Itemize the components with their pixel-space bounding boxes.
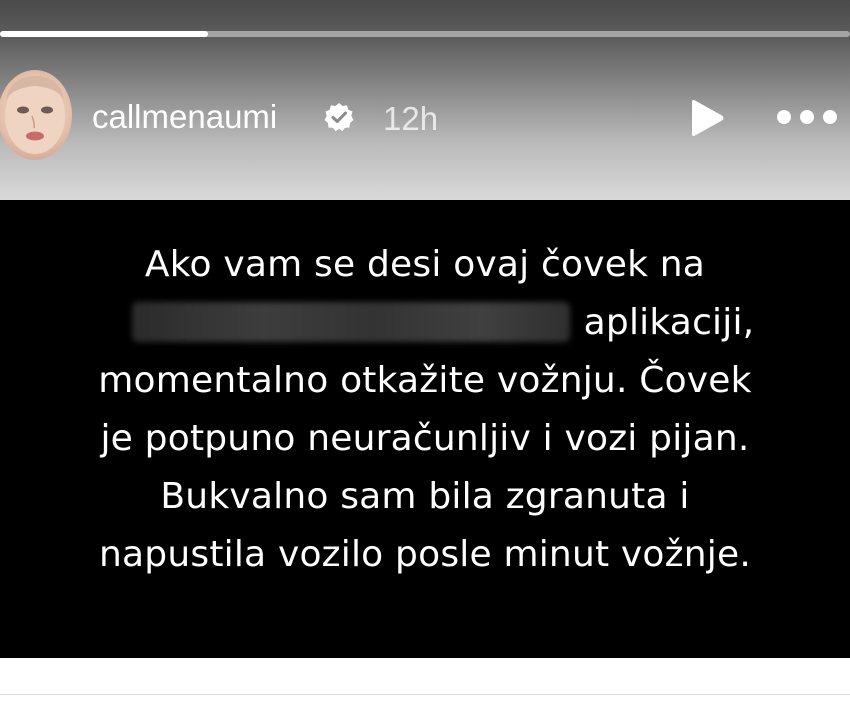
message-line-2-text: aplikaciji, — [583, 302, 755, 343]
story-viewer: callmenaumi 12h Ako vam se desi ovaj čov… — [0, 0, 850, 720]
message-line-3: momentalno otkažite vožnju. Čovek — [98, 360, 752, 401]
message-line-6: napustila vozilo posle minut vožnje. — [99, 534, 751, 575]
message-line-4: je potpuno neuračunljiv i vozi pijan. — [100, 418, 750, 459]
message-line-1: Ako vam se desi ovaj čovek na — [144, 244, 706, 285]
avatar-face-icon — [5, 76, 65, 154]
more-options-icon[interactable] — [776, 105, 838, 129]
username[interactable]: callmenaumi — [92, 98, 277, 136]
blurred-app-name — [131, 302, 570, 342]
story-time: 12h — [383, 100, 439, 137]
avatar[interactable] — [0, 70, 72, 160]
play-icon[interactable] — [686, 98, 726, 138]
message-line-5: Bukvalno sam bila zgranuta i — [160, 476, 690, 517]
message-line-2: aplikaciji, — [0, 294, 850, 352]
verified-badge-icon — [324, 103, 354, 132]
story-message-text: Ako vam se desi ovaj čovek na aplikaciji… — [0, 236, 850, 584]
story-progress-fill — [0, 31, 209, 37]
story-progress-track — [0, 31, 850, 37]
divider — [0, 694, 850, 695]
